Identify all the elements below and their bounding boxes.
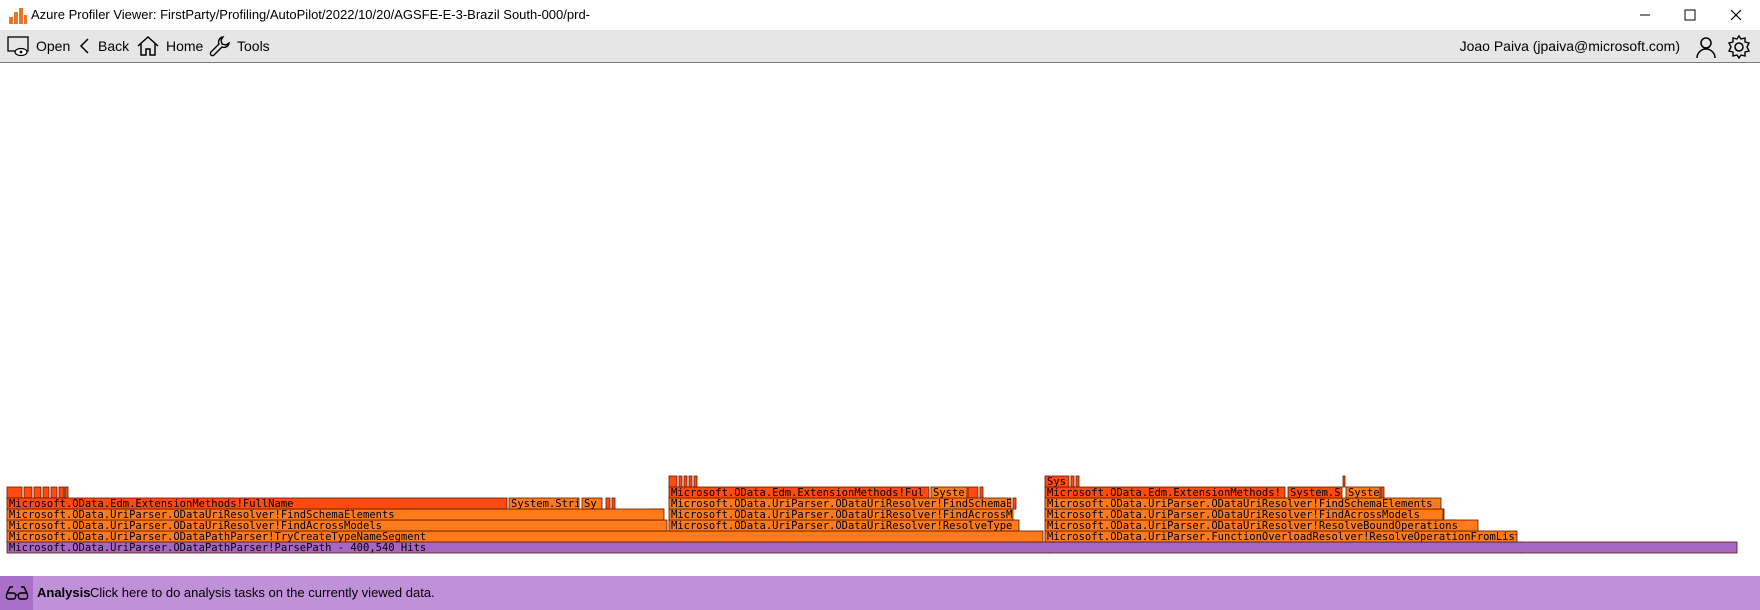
- minimize-button[interactable]: [1622, 0, 1668, 30]
- flame-frame[interactable]: Microsoft.OData.Edm.ExtensionMethods!Ful: [668, 486, 930, 499]
- flame-frame[interactable]: Microsoft.OData.Edm.ExtensionMethods!: [1044, 486, 1286, 499]
- window-title: Azure Profiler Viewer: FirstParty/Profil…: [31, 7, 590, 22]
- app-logo-icon: [9, 8, 27, 24]
- flame-frame[interactable]: Microsoft.OData.UriParser.ODataUriResolv…: [668, 519, 1020, 532]
- flame-frame-label: System.S: [1290, 487, 1341, 499]
- flame-frame-label: Microsoft.OData.UriParser.FunctionOverlo…: [1047, 531, 1521, 543]
- flame-frame-label: Microsoft.OData.UriParser.ODataUriResolv…: [1047, 509, 1420, 521]
- flame-frame[interactable]: Microsoft.OData.UriParser.FunctionOverlo…: [1044, 530, 1521, 543]
- wrench-icon: [209, 36, 230, 57]
- flame-graph-canvas[interactable]: Microsoft.OData.UriParser.ODataPathParse…: [0, 63, 1760, 573]
- flame-graph[interactable]: Microsoft.OData.UriParser.ODataPathParse…: [0, 63, 1760, 573]
- analysis-title: Analysis: [37, 585, 91, 600]
- open-label: Open: [36, 38, 71, 54]
- maximize-button[interactable]: [1667, 0, 1713, 30]
- flame-frame-label: Sy: [584, 498, 597, 510]
- flame-frame-label: Microsoft.OData.Edm.ExtensionMethods!Ful: [671, 487, 924, 499]
- flame-frame[interactable]: Microsoft.OData.UriParser.ODataPathParse…: [6, 530, 1044, 543]
- flame-frame[interactable]: Microsoft.OData.UriParser.ODataUriResolv…: [6, 508, 665, 521]
- flame-frame[interactable]: Microsoft.OData.UriParser.ODataUriResolv…: [6, 519, 668, 532]
- home-button[interactable]: Home: [136, 30, 203, 62]
- flame-frame-label: Microsoft.OData.UriParser.ODataUriResolv…: [671, 509, 1012, 521]
- flame-frames[interactable]: Microsoft.OData.UriParser.ODataPathParse…: [6, 475, 1738, 554]
- flame-frame[interactable]: Sy: [581, 497, 603, 510]
- flame-frame[interactable]: System.S: [1287, 486, 1343, 499]
- back-button[interactable]: Back: [78, 30, 129, 62]
- flame-frame[interactable]: Microsoft.OData.UriParser.ODataUriResolv…: [668, 497, 1012, 510]
- home-icon: [137, 35, 159, 56]
- back-label: Back: [98, 38, 130, 54]
- flame-frame[interactable]: Microsoft.OData.Edm.ExtensionMethods!Ful…: [6, 497, 508, 510]
- flame-frame-label: Syste: [1348, 487, 1380, 499]
- flame-frame-label: Microsoft.OData.UriParser.ODataUriResolv…: [9, 520, 382, 532]
- flame-frame[interactable]: Sys: [1044, 475, 1070, 488]
- user-account-label[interactable]: Joao Paiva (jpaiva@microsoft.com): [1460, 38, 1680, 54]
- flame-frame-label: Microsoft.OData.UriParser.ODataUriResolv…: [1047, 520, 1458, 532]
- open-eye-icon: [7, 36, 29, 57]
- minimize-icon: [1640, 14, 1650, 16]
- flame-frame[interactable]: Microsoft.OData.UriParser.ODataUriResolv…: [1044, 519, 1479, 532]
- close-button[interactable]: [1713, 0, 1759, 30]
- flame-frame-label: Microsoft.OData.UriParser.ODataPathParse…: [9, 531, 426, 543]
- flame-frame[interactable]: Microsoft.OData.UriParser.ODataUriResolv…: [668, 508, 1014, 521]
- maximize-icon: [1684, 9, 1696, 21]
- flame-frame-label: Microsoft.OData.UriParser.ODataUriResolv…: [9, 509, 395, 521]
- glasses-icon: [5, 586, 28, 600]
- back-arrow-icon: [79, 38, 89, 54]
- home-label: Home: [166, 38, 204, 54]
- close-icon: [1730, 9, 1742, 21]
- analysis-text[interactable]: Click here to do analysis tasks on the c…: [90, 585, 435, 600]
- toolbar: Open Back Home Tools Joao Paiva (jpaiva@…: [0, 30, 1760, 63]
- flame-frame-label: Microsoft.OData.Edm.ExtensionMethods!Ful…: [9, 498, 293, 510]
- analysis-icon-box: [0, 576, 33, 610]
- flame-frame-label: Microsoft.OData.UriParser.ODataUriResolv…: [671, 520, 1012, 532]
- flame-frame-label: System.Stri: [511, 498, 581, 510]
- flame-frame-label: Microsoft.OData.Edm.ExtensionMethods!: [1047, 487, 1281, 499]
- flame-frame[interactable]: Syste: [930, 486, 968, 499]
- user-icon[interactable]: [1693, 34, 1719, 60]
- flame-frame-label: Microsoft.OData.UriParser.ODataUriResolv…: [1047, 498, 1433, 510]
- title-bar: Azure Profiler Viewer: FirstParty/Profil…: [0, 0, 1760, 30]
- flame-frame-label: Microsoft.OData.UriParser.ODataPathParse…: [9, 542, 426, 554]
- flame-frame[interactable]: Microsoft.OData.UriParser.ODataUriResolv…: [1044, 508, 1444, 521]
- flame-frame[interactable]: System.Stri: [508, 497, 581, 510]
- flame-frame-label: Microsoft.OData.UriParser.ODataUriResolv…: [671, 498, 1012, 510]
- gear-icon[interactable]: [1726, 34, 1752, 60]
- analysis-bar[interactable]: Analysis Click here to do analysis tasks…: [0, 576, 1760, 610]
- flame-frame[interactable]: Syste: [1345, 486, 1381, 499]
- flame-frame-label: Syste: [933, 487, 965, 499]
- tools-button[interactable]: Tools: [209, 30, 270, 62]
- open-button[interactable]: Open: [6, 30, 70, 62]
- flame-frame[interactable]: Microsoft.OData.UriParser.ODataPathParse…: [6, 541, 1738, 554]
- tools-label: Tools: [237, 38, 270, 54]
- flame-frame[interactable]: Microsoft.OData.UriParser.ODataUriResolv…: [1044, 497, 1442, 510]
- flame-frame-label: Sys: [1047, 476, 1066, 488]
